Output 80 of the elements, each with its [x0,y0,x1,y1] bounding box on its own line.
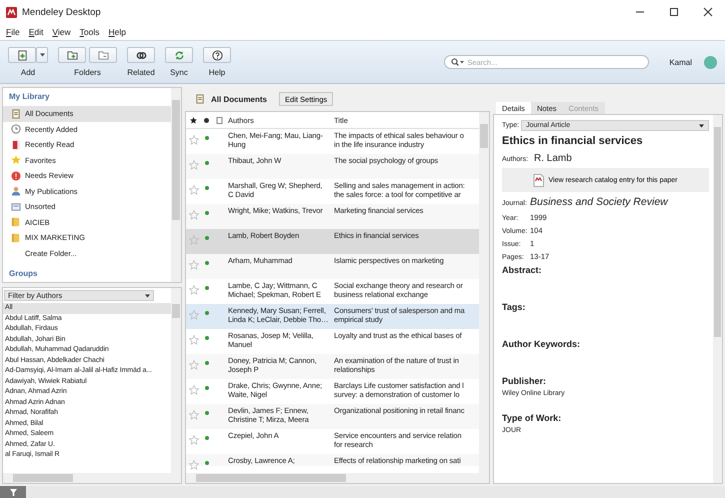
person-icon [11,186,21,196]
star-icon[interactable] [188,435,198,445]
remove-folder-button[interactable] [89,47,117,63]
document-icon [11,108,21,119]
add-menu-button[interactable] [36,47,48,63]
section-heading: Groups [8,268,38,280]
book-icon [11,140,21,150]
section-heading: Author Keywords: [502,339,582,349]
section-heading: Publisher: [502,376,548,386]
menu-item[interactable]: View [52,27,71,37]
add-document-icon [16,50,28,60]
read-status-icon[interactable] [203,116,210,124]
toolbar-label: Sync [170,68,188,77]
star-icon[interactable] [188,385,198,395]
scrollbar[interactable] [171,288,181,473]
remove-folder-icon [98,50,108,60]
scrollbar[interactable] [186,473,489,483]
star-icon[interactable] [188,460,198,470]
avatar[interactable] [704,56,717,68]
star-icon[interactable] [188,285,198,295]
alert-icon [11,170,21,181]
document-icon[interactable] [216,116,222,124]
caret-icon [699,124,704,128]
rings-icon [136,50,146,60]
star-icon[interactable] [188,335,198,345]
star-icon[interactable] [188,260,198,270]
section-heading: Type of Work: [502,413,562,423]
star-icon [11,155,21,166]
menu-item[interactable]: Tools [80,27,100,37]
folder-icon [11,232,21,243]
scrollbar[interactable] [479,112,489,473]
menu-item[interactable]: File [6,27,20,37]
star-icon[interactable] [188,360,198,370]
filter-button[interactable] [0,486,26,498]
toolbar-label: Related [127,68,155,77]
caret-icon [145,294,150,298]
toolbar-label: Help [208,68,226,77]
caret-icon [40,53,44,57]
add-folder-icon [66,50,78,60]
new-folder-button[interactable] [58,47,86,63]
menu-item[interactable]: Edit [28,27,44,37]
tray-icon [11,202,21,212]
star-icon[interactable] [188,410,198,420]
sync-icon [174,50,184,60]
maximize-icon [669,7,679,17]
field-value: Business and Society Review [530,196,668,208]
scrollbar[interactable] [171,88,181,282]
star-icon[interactable] [188,185,198,195]
app-logo-icon [6,6,17,18]
star-icon[interactable] [188,210,198,220]
document-icon [533,174,544,186]
star-icon[interactable] [188,310,198,320]
section-heading: My Library [8,91,50,103]
clock-icon [11,124,21,134]
related-button[interactable] [127,47,155,63]
window-title: Mendeley Desktop [22,6,102,18]
author-name[interactable]: R. Lamb [534,153,572,164]
collection-title: All Documents [211,94,268,104]
section-heading: Tags: [502,302,526,312]
help-button[interactable] [203,47,231,63]
menu-item[interactable]: Help [108,27,126,37]
star-icon[interactable] [188,160,198,170]
star-icon[interactable] [188,235,198,245]
section-heading: Abstract: [502,265,543,275]
add-button[interactable] [8,47,36,63]
document-title: Ethics in financial services [502,135,644,147]
star-icon[interactable] [190,116,197,124]
folder-icon [11,217,21,228]
sync-button[interactable] [165,47,193,63]
filter-icon [10,488,16,496]
scrollbar[interactable] [3,473,181,483]
star-icon[interactable] [188,135,198,145]
toolbar-label: Folders [74,68,101,77]
help-icon [212,50,222,60]
search-icon [451,58,466,66]
close-icon [703,7,713,17]
scrollbar[interactable] [713,115,722,483]
toolbar-label: Add [20,68,36,77]
document-icon [195,94,205,104]
user-name[interactable]: Kamal [669,58,692,66]
